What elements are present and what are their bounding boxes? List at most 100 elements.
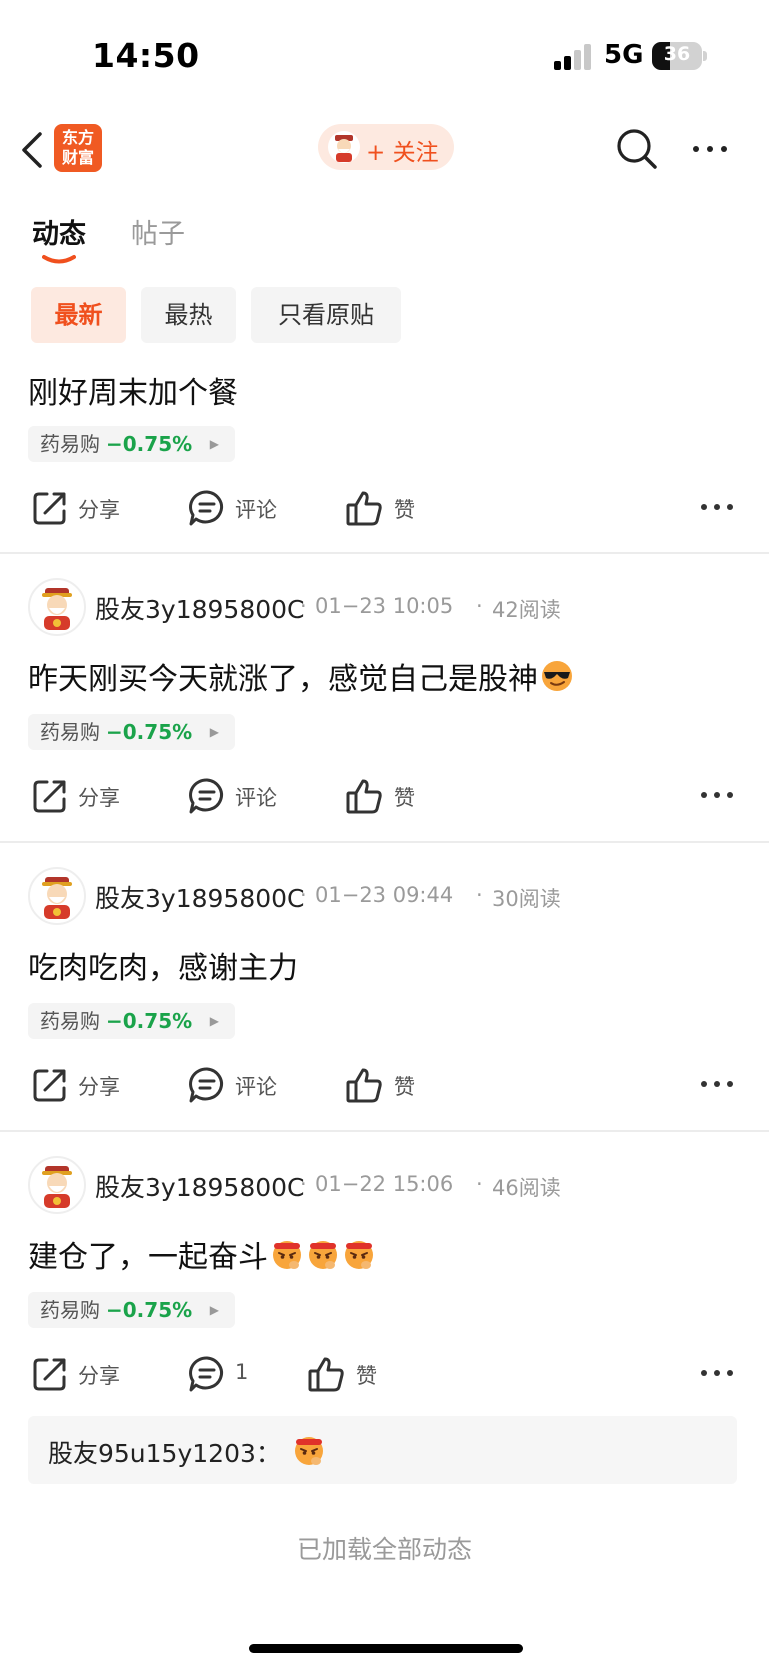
comment-icon [189, 490, 223, 526]
meta-dot: · [476, 594, 483, 618]
avatar[interactable] [28, 1156, 86, 1214]
filter-hottest[interactable]: 最热 [141, 287, 236, 343]
comment-button[interactable]: 1 [187, 1350, 257, 1400]
post-text[interactable]: 刚好周末加个餐 [28, 368, 238, 412]
filter-original-only[interactable]: 只看原贴 [251, 287, 401, 343]
share-button[interactable]: 分享 [30, 484, 140, 534]
comment-icon [189, 1356, 223, 1392]
meta-dot: · [300, 594, 307, 618]
stock-tag[interactable]: 药易购 −0.75% ▶ [28, 714, 235, 750]
share-icon [33, 1358, 66, 1391]
share-button[interactable]: 分享 [30, 772, 140, 822]
more-icon[interactable] [700, 788, 734, 802]
app-logo[interactable]: 东方 财富 [54, 124, 102, 172]
like-button[interactable]: 赞 [344, 772, 434, 822]
status-time: 14:50 [92, 36, 200, 75]
post-content[interactable]: 建仓了，一起奋斗 [28, 1232, 376, 1276]
comment-icon [189, 778, 223, 814]
share-label: 分享 [78, 1364, 120, 1388]
author-row: 股友3y1895800C · 01−23 09:44 · 30阅读 [28, 867, 748, 925]
share-button[interactable]: 分享 [30, 1350, 140, 1400]
share-icon [33, 780, 66, 813]
meta-dot: · [300, 883, 307, 907]
post-text[interactable]: 吃肉吃肉，感谢主力 [28, 943, 298, 987]
post-text: 建仓了，一起奋斗 [28, 1240, 268, 1275]
caret-right-icon: ▶ [209, 1303, 219, 1317]
comment-button[interactable]: 评论 [187, 1061, 297, 1111]
more-icon[interactable] [700, 1077, 734, 1091]
share-label: 分享 [78, 498, 120, 522]
follow-label: + 关注 [366, 140, 439, 166]
tab-activity[interactable]: 动态 [32, 212, 86, 251]
divider [0, 841, 769, 843]
stock-change: −0.75% [106, 432, 193, 456]
stock-tag[interactable]: 药易购 −0.75% ▶ [28, 1292, 235, 1328]
active-tab-indicator [42, 255, 76, 264]
author-row: 股友3y1895800C · 01−22 15:06 · 46阅读 [28, 1156, 748, 1214]
comment-label: 评论 [235, 786, 277, 810]
like-button[interactable]: 赞 [344, 484, 434, 534]
reply-preview[interactable]: 股友95u15y1203： [28, 1416, 737, 1484]
caishen-avatar-icon [42, 588, 72, 630]
avatar[interactable] [28, 578, 86, 636]
caret-right-icon: ▶ [209, 1014, 219, 1028]
stock-tag[interactable]: 药易购 −0.75% ▶ [28, 1003, 235, 1039]
logo-line-1: 东方 [61, 128, 94, 147]
search-icon[interactable] [614, 126, 660, 172]
author-name[interactable]: 股友3y1895800C [95, 1168, 305, 1204]
stock-tag[interactable]: 药易购 −0.75% ▶ [28, 426, 235, 462]
comment-button[interactable]: 评论 [187, 484, 297, 534]
author-name[interactable]: 股友3y1895800C [95, 590, 305, 626]
stock-name: 药易购 [40, 432, 100, 456]
divider [0, 1130, 769, 1132]
share-label: 分享 [78, 786, 120, 810]
post-date: 01−22 15:06 [315, 1172, 454, 1196]
share-label: 分享 [78, 1075, 120, 1099]
like-label: 赞 [356, 1364, 377, 1388]
home-indicator[interactable] [249, 1644, 523, 1653]
filter-latest[interactable]: 最新 [31, 287, 126, 343]
post-content[interactable]: 昨天刚买今天就涨了，感觉自己是股神 [28, 654, 574, 698]
like-label: 赞 [394, 498, 415, 522]
tab-bar: 动态 帖子 [0, 208, 769, 268]
caret-right-icon: ▶ [209, 437, 219, 451]
like-button[interactable]: 赞 [306, 1350, 396, 1400]
post-date: 01−23 10:05 [315, 594, 454, 618]
stock-name: 药易购 [40, 1009, 100, 1033]
tab-posts[interactable]: 帖子 [131, 212, 185, 251]
post-actions: 分享 1 赞 [0, 1350, 769, 1400]
read-count: 30阅读 [492, 887, 561, 911]
follow-button[interactable]: + 关注 [318, 124, 454, 170]
status-bar: 14:50 5G 36 [0, 0, 769, 110]
battery-level: 36 [663, 43, 691, 65]
comment-label: 评论 [235, 1075, 277, 1099]
end-of-feed-label: 已加载全部动态 [296, 1535, 472, 1564]
comment-button[interactable]: 评论 [187, 772, 297, 822]
caishen-avatar-icon [42, 877, 72, 919]
more-icon[interactable] [690, 134, 730, 164]
thumbs-up-icon [346, 1068, 382, 1103]
signal-icon [554, 44, 594, 70]
comment-count: 1 [235, 1360, 249, 1384]
logo-line-2: 财富 [61, 148, 94, 167]
back-arrow-icon[interactable] [18, 128, 48, 172]
battery-icon: 36 [652, 42, 702, 70]
thumbs-up-icon [346, 779, 382, 814]
avatar[interactable] [28, 867, 86, 925]
like-button[interactable]: 赞 [344, 1061, 434, 1111]
more-icon[interactable] [700, 1366, 734, 1380]
share-icon [33, 1069, 66, 1102]
like-label: 赞 [394, 1075, 415, 1099]
thumbs-up-icon [346, 491, 382, 526]
like-label: 赞 [394, 786, 415, 810]
stock-name: 药易购 [40, 1298, 100, 1322]
share-button[interactable]: 分享 [30, 1061, 140, 1111]
more-icon[interactable] [700, 500, 734, 514]
post-text: 昨天刚买今天就涨了，感觉自己是股神 [28, 662, 538, 697]
network-label: 5G [604, 40, 644, 70]
user-avatar-icon [328, 131, 360, 163]
read-count: 42阅读 [492, 598, 561, 622]
post-actions: 分享 评论 赞 [0, 772, 769, 822]
author-name[interactable]: 股友3y1895800C [95, 879, 305, 915]
caret-right-icon: ▶ [209, 725, 219, 739]
